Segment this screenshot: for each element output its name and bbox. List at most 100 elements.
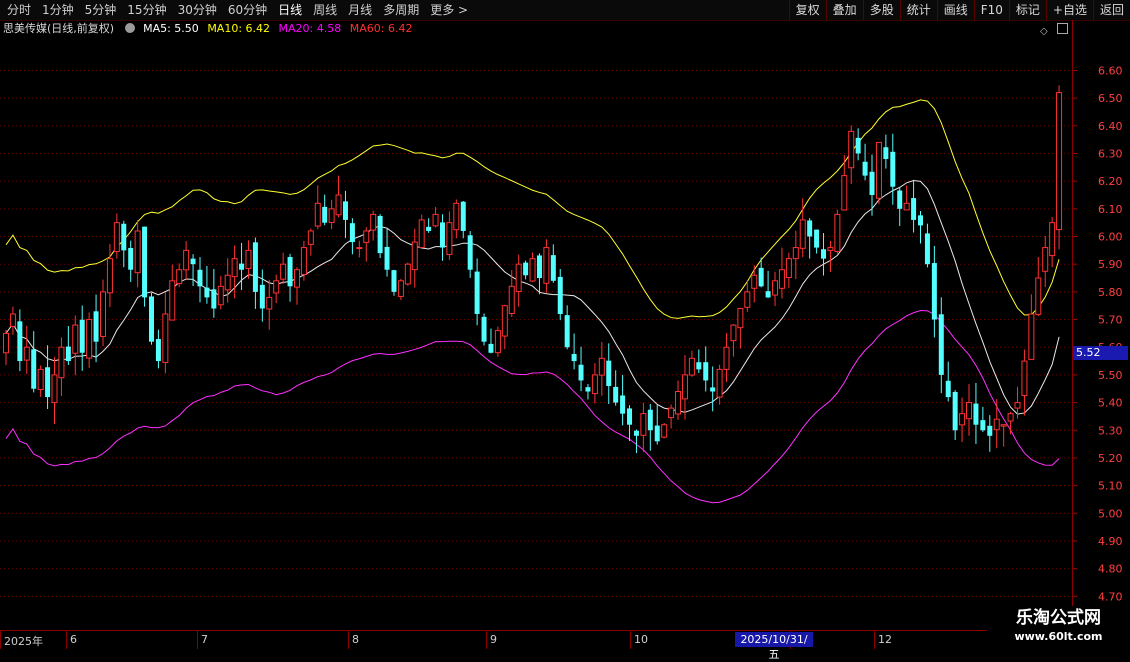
candle xyxy=(598,341,605,396)
candle xyxy=(647,403,653,451)
tab-period-0[interactable]: 分时 xyxy=(2,0,37,20)
date-label: 10 xyxy=(634,633,648,646)
candle xyxy=(557,268,563,321)
toolbar-button-8[interactable]: 返回 xyxy=(1092,0,1130,20)
candle xyxy=(523,260,529,280)
toolbar-button-6[interactable]: 标记 xyxy=(1008,0,1046,20)
candle xyxy=(987,415,993,452)
candle xyxy=(627,405,633,442)
candle xyxy=(1042,236,1049,288)
candle xyxy=(675,380,682,420)
candlestick-chart[interactable] xyxy=(0,38,1072,630)
date-tick xyxy=(66,631,67,649)
tab-period-4[interactable]: 30分钟 xyxy=(173,0,223,20)
price-tick-label: 5.70 xyxy=(1098,314,1123,327)
candle xyxy=(322,194,328,226)
candle xyxy=(252,237,258,309)
candle xyxy=(446,211,453,260)
settings-icon[interactable] xyxy=(124,23,135,33)
tab-period-7[interactable]: 周线 xyxy=(308,0,343,20)
price-tick-label: 6.50 xyxy=(1098,92,1123,105)
candle xyxy=(176,263,183,288)
tab-period-5[interactable]: 60分钟 xyxy=(223,0,273,20)
candle xyxy=(730,324,737,357)
ma60-value: MA60: 6.42 xyxy=(349,22,413,35)
candle xyxy=(536,253,542,295)
date-label: 8 xyxy=(352,633,359,646)
candle xyxy=(239,242,245,291)
candle xyxy=(58,337,65,396)
candle xyxy=(370,210,377,241)
candle xyxy=(342,190,348,238)
candle xyxy=(792,230,799,279)
toolbar-button-2[interactable]: 多股 xyxy=(862,0,900,20)
candle xyxy=(862,143,868,181)
candle xyxy=(99,279,106,347)
date-label: 2025年 xyxy=(4,635,43,648)
candle xyxy=(661,422,668,439)
price-tick-label: 4.70 xyxy=(1098,590,1123,603)
tab-period-3[interactable]: 15分钟 xyxy=(122,0,172,20)
candle xyxy=(287,253,293,302)
candle xyxy=(855,128,861,161)
candle xyxy=(307,228,314,256)
tab-period-8[interactable]: 月线 xyxy=(343,0,378,20)
toolbar-button-1[interactable]: 叠加 xyxy=(825,0,863,20)
candle xyxy=(231,245,238,299)
candle xyxy=(86,312,93,368)
candle xyxy=(391,269,397,296)
candle xyxy=(744,280,751,312)
price-tick-label: 5.20 xyxy=(1098,452,1123,465)
candle xyxy=(973,382,979,444)
watermark-logo: 乐淘公式网 www.60lt.com xyxy=(987,606,1130,650)
date-label: 6 xyxy=(70,633,77,646)
price-tick-label: 4.90 xyxy=(1098,535,1123,548)
ma20-value: MA20: 4.58 xyxy=(278,22,342,35)
function-buttons: 复权 叠加 多股 统计 画线 F10 标记 +自选 返回 xyxy=(788,0,1130,20)
candle xyxy=(162,292,169,374)
candle xyxy=(280,252,287,284)
expand-icon[interactable] xyxy=(1057,23,1068,34)
toolbar-button-4[interactable]: 画线 xyxy=(936,0,974,20)
candle xyxy=(377,214,383,259)
toolbar-button-5[interactable]: F10 xyxy=(973,0,1009,20)
candle xyxy=(938,297,944,394)
price-tick-label: 5.40 xyxy=(1098,397,1123,410)
candle xyxy=(751,265,758,303)
candle xyxy=(72,315,79,376)
candle xyxy=(945,361,951,402)
candle xyxy=(1035,257,1042,317)
candle xyxy=(93,294,99,363)
toolbar-button-0[interactable]: 复权 xyxy=(788,0,826,20)
candle xyxy=(564,305,570,350)
watermark-title: 乐淘公式网 xyxy=(1016,608,1101,628)
candle xyxy=(911,179,917,233)
candle xyxy=(37,365,44,397)
candle xyxy=(688,350,695,377)
candle xyxy=(834,209,841,254)
candle xyxy=(349,218,355,255)
candle xyxy=(668,404,675,429)
ma-line-white xyxy=(5,179,1060,415)
price-tick-label: 6.60 xyxy=(1098,64,1123,77)
candle xyxy=(31,331,37,393)
date-label: 12 xyxy=(878,633,892,646)
candle xyxy=(924,223,930,268)
candle xyxy=(9,306,16,335)
tab-period-2[interactable]: 5分钟 xyxy=(80,0,123,20)
tab-period-1[interactable]: 1分钟 xyxy=(37,0,80,20)
candle xyxy=(710,366,716,412)
toolbar-button-7[interactable]: +自选 xyxy=(1045,0,1093,20)
tab-period-6[interactable]: 日线 xyxy=(273,0,308,20)
candle xyxy=(785,252,792,288)
candle xyxy=(515,254,522,307)
toolbar-button-3[interactable]: 统计 xyxy=(899,0,937,20)
candle xyxy=(772,271,779,307)
candle xyxy=(432,207,439,228)
candle xyxy=(529,252,536,282)
price-tick-label: 6.00 xyxy=(1098,231,1123,244)
tab-period-9[interactable]: 多周期 xyxy=(378,0,425,20)
candle xyxy=(142,226,148,307)
tab-period-10[interactable]: 更多 > xyxy=(425,0,474,20)
candle xyxy=(897,187,903,226)
